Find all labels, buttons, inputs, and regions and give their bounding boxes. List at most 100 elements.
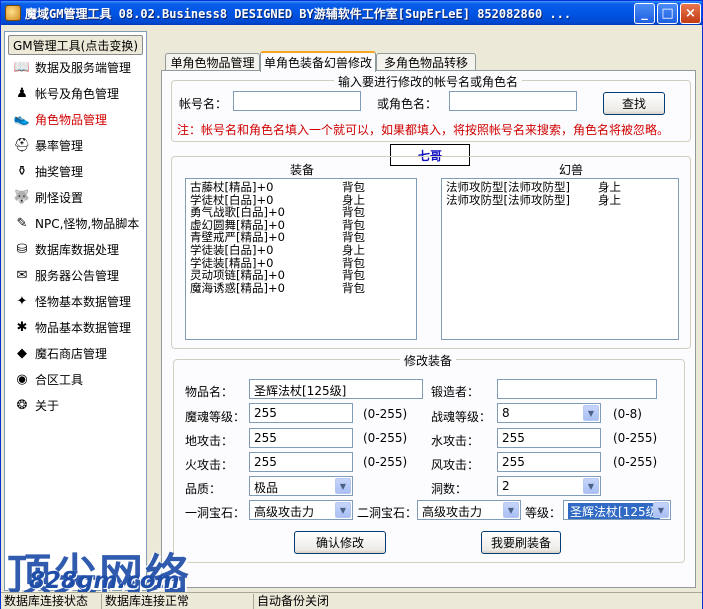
title-bar[interactable]: 魔域GM管理工具 08.02.Business8 DESIGNED BY游辅软件… [1, 1, 702, 25]
sidebar-item-label: 帐号及角色管理 [35, 86, 120, 101]
holes-label: 洞数： [431, 482, 468, 496]
status-backup: 自动备份关闭 [253, 594, 701, 609]
book-icon: 📖 [13, 59, 31, 75]
list-item[interactable]: 古藤杖[精品]+0 背包 [190, 181, 410, 193]
sidebar-item[interactable]: ❂ 关于 [13, 395, 145, 415]
close-button[interactable]: × [680, 3, 701, 24]
announce-icon: ✉ [16, 267, 28, 283]
sidebar-item[interactable]: ◆ 魔石商店管理 [13, 343, 145, 363]
list-item[interactable]: 学徒装[白品]+0 身上 [190, 244, 410, 256]
search-button[interactable]: 查找 [603, 92, 665, 115]
sidebar-item[interactable]: 📖 数据及服务端管理 [13, 57, 145, 77]
tab-single-role-items[interactable]: 单角色物品管理 [165, 53, 260, 71]
list-item[interactable]: 法师攻防型[法师攻防型] 身上 [446, 181, 666, 193]
shop-icon: ◆ [17, 345, 27, 361]
fire-attack-range: (0-255) [363, 455, 408, 469]
sidebar-item[interactable]: ⛁ 数据库数据处理 [13, 239, 145, 259]
list-item[interactable]: 虚幻圆舞[精品]+0 背包 [190, 219, 410, 231]
gem2-select[interactable]: 高级攻击力 ▼ [417, 500, 521, 520]
equipment-list[interactable]: 古藤杖[精品]+0 背包 学徒杖[白品]+0 身上 勇气战歌[白品]+0 背包 虚幻圆舞[精… [185, 178, 417, 340]
minimize-button[interactable]: _ [634, 3, 655, 24]
list-item-name: 魔海诱惑[精品]+0 [190, 280, 285, 295]
chevron-down-icon[interactable]: ▼ [335, 478, 351, 494]
battle-soul-label: 战魂等级： [431, 410, 492, 424]
fire-attack-input[interactable]: 255 [249, 452, 353, 472]
list-item-name: 学徒装[精品]+0 [190, 255, 274, 270]
list-item-name: 青壁戒严[精品]+0 [190, 230, 285, 245]
chevron-down-icon[interactable]: ▼ [583, 478, 599, 494]
chevron-down-icon[interactable]: ▼ [335, 502, 351, 518]
list-item[interactable]: 魔海诱惑[精品]+0 背包 [190, 282, 410, 294]
holes-select[interactable]: 2 ▼ [497, 476, 601, 496]
maximize-button[interactable]: □ [657, 3, 678, 24]
tab-multi-role-transfer[interactable]: 多角色物品转移 [376, 53, 476, 71]
monster-icon: ✦ [16, 293, 28, 309]
status-db-label: 数据库连接状态 [4, 594, 89, 608]
chevron-down-icon[interactable]: ▼ [583, 405, 599, 421]
list-item-location: 背包 [342, 205, 365, 220]
sidebar-item[interactable]: ⛑ 暴率管理 [13, 135, 145, 155]
forger-input[interactable] [497, 379, 657, 399]
script-icon: ✎ [16, 215, 28, 231]
level-value: 圣辉法杖[125级 [568, 503, 660, 519]
sidebar-item-label: 怪物基本数据管理 [35, 294, 132, 309]
sidebar-item-label: 物品基本数据管理 [35, 320, 132, 335]
water-attack-label: 水攻击： [431, 434, 480, 448]
soul-level-input[interactable]: 255 [249, 403, 353, 423]
earth-attack-input[interactable]: 255 [249, 428, 353, 448]
account-label: 帐号名： [179, 97, 228, 111]
edit-group-legend: 修改装备 [400, 352, 457, 369]
about-icon: ❂ [16, 397, 28, 413]
list-item-name: 古藤杖[精品]+0 [190, 180, 274, 194]
list-item[interactable]: 学徒装[精品]+0 背包 [190, 257, 410, 269]
quality-select[interactable]: 极品 ▼ [249, 476, 353, 496]
sidebar-item[interactable]: ✉ 服务器公告管理 [13, 265, 145, 285]
sidebar-item-label: NPC,怪物,物品脚本 [35, 216, 140, 231]
sidebar-item[interactable]: ♟ 帐号及角色管理 [13, 83, 145, 103]
sidebar-item[interactable]: ⚱ 抽奖管理 [13, 161, 145, 181]
quality-value: 极品 [254, 481, 279, 495]
list-item[interactable]: 青壁戒严[精品]+0 背包 [190, 231, 410, 243]
app-icon [5, 5, 21, 21]
confirm-edit-button[interactable]: 确认修改 [294, 531, 386, 554]
list-item-location: 背包 [342, 280, 365, 295]
list-item-location: 背包 [342, 217, 365, 232]
soul-level-label: 魔魂等级： [185, 410, 246, 424]
water-attack-input[interactable]: 255 [497, 428, 601, 448]
window-title: 魔域GM管理工具 08.02.Business8 DESIGNED BY游辅软件… [25, 6, 572, 21]
sidebar-item[interactable]: ✎ NPC,怪物,物品脚本 [13, 213, 145, 233]
sidebar-item[interactable]: ✦ 怪物基本数据管理 [13, 291, 145, 311]
tab-equipment-pet-edit[interactable]: 单角色装备幻兽修改 [260, 51, 376, 72]
pet-list[interactable]: 法师攻防型[法师攻防型] 身上 法师攻防型[法师攻防型] 身上 [441, 178, 679, 340]
status-db-state: 数据库连接正常 [101, 594, 253, 609]
chevron-down-icon[interactable]: ▼ [503, 502, 519, 518]
battle-soul-select[interactable]: 8 ▼ [497, 403, 601, 423]
shoe-icon: 👟 [13, 111, 31, 127]
list-item[interactable]: 勇气战歌[白品]+0 背包 [190, 206, 410, 218]
list-item[interactable]: 法师攻防型[法师攻防型] 身上 [446, 194, 666, 206]
item-name-input[interactable]: 圣辉法杖[125级] [249, 379, 423, 399]
watermark-domain: 828gm.com [29, 568, 180, 594]
soul-level-range: (0-255) [363, 407, 408, 421]
battle-soul-range: (0-8) [613, 407, 642, 421]
list-item-location: 身上 [342, 192, 365, 207]
gem1-select[interactable]: 高级攻击力 ▼ [249, 500, 353, 520]
chevron-down-icon[interactable]: ▼ [653, 502, 669, 518]
merge-icon: ◉ [16, 371, 28, 387]
sidebar-item[interactable]: 👟 角色物品管理 [13, 109, 145, 129]
role-label: 或角色名： [377, 97, 438, 111]
refresh-equipment-button[interactable]: 我要刷装备 [481, 531, 561, 554]
list-item[interactable]: 学徒杖[白品]+0 身上 [190, 194, 410, 206]
account-input[interactable] [233, 91, 361, 111]
wind-attack-input[interactable]: 255 [497, 452, 601, 472]
role-input[interactable] [449, 91, 577, 111]
sidebar-item[interactable]: ✱ 物品基本数据管理 [13, 317, 145, 337]
search-group-legend: 输入要进行修改的帐号名或角色名 [334, 73, 523, 90]
list-item-name: 学徒装[白品]+0 [190, 243, 274, 257]
level-select[interactable]: 圣辉法杖[125级 ▼ [563, 500, 671, 520]
sidebar-item[interactable]: 🐺 刷怪设置 [13, 187, 145, 207]
sidebar-toggle-button[interactable]: GM管理工具(点击变换) [8, 35, 143, 55]
list-item[interactable]: 灵动项链[精品]+0 背包 [190, 269, 410, 281]
gem2-label: 二洞宝石： [357, 506, 418, 520]
sidebar-item[interactable]: ◉ 合区工具 [13, 369, 145, 389]
